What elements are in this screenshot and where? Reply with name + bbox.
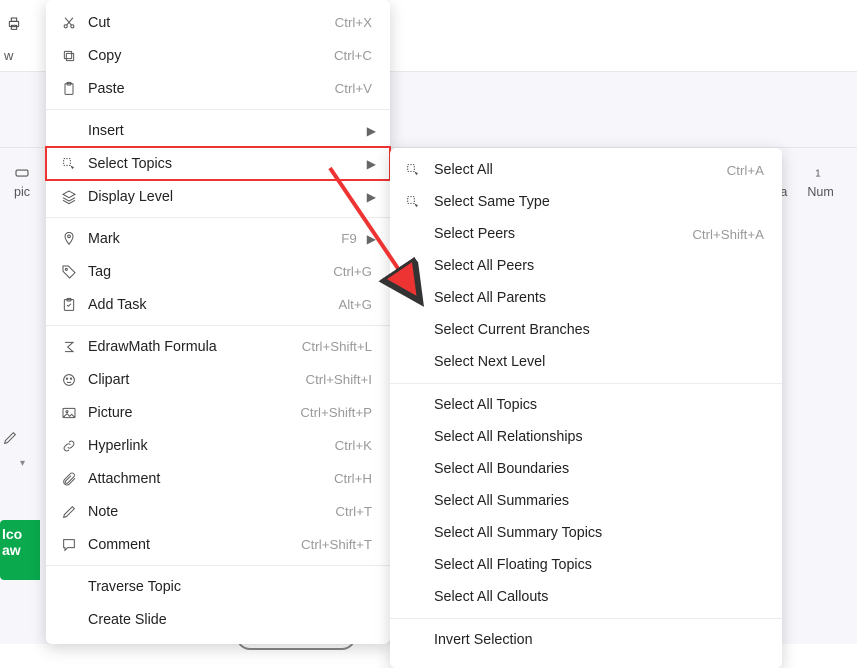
mark-pin-icon: [60, 230, 78, 248]
sub-same-type[interactable]: Select Same Type: [390, 186, 782, 218]
sub-all-topics[interactable]: Select All Topics: [390, 389, 782, 421]
menu-create-slide[interactable]: Create Slide: [46, 603, 390, 636]
sub-all-peers[interactable]: Select All Peers: [390, 250, 782, 282]
sub-invert[interactable]: Invert Selection: [390, 624, 782, 656]
clipart-icon: [60, 371, 78, 389]
menu-note[interactable]: Note Ctrl+T: [46, 495, 390, 528]
sub-all-summaries[interactable]: Select All Summaries: [390, 485, 782, 517]
menu-mark[interactable]: Mark F9 ▶: [46, 222, 390, 255]
menu-traverse-topic[interactable]: Traverse Topic: [46, 570, 390, 603]
sigma-icon: [60, 338, 78, 356]
chevron-right-icon: ▶: [367, 124, 376, 138]
link-icon: [60, 437, 78, 455]
select-topics-submenu: Select All Ctrl+A Select Same Type Selec…: [390, 148, 782, 668]
menu-insert[interactable]: Insert ▶: [46, 114, 390, 147]
image-icon: [60, 404, 78, 422]
menu-tag[interactable]: Tag Ctrl+G: [46, 255, 390, 288]
menu-paste[interactable]: Paste Ctrl+V: [46, 72, 390, 105]
chevron-right-icon: ▶: [367, 157, 376, 171]
sub-all-callouts[interactable]: Select All Callouts: [390, 581, 782, 613]
num-icon: 1: [811, 163, 831, 183]
menu-attachment[interactable]: Attachment Ctrl+H: [46, 462, 390, 495]
paste-icon: [60, 80, 78, 98]
menu-clipart[interactable]: Clipart Ctrl+Shift+I: [46, 363, 390, 396]
menu-picture[interactable]: Picture Ctrl+Shift+P: [46, 396, 390, 429]
comment-icon: [60, 536, 78, 554]
svg-text:1: 1: [815, 168, 821, 179]
print-icon[interactable]: [6, 16, 22, 32]
copy-icon: [60, 47, 78, 65]
menu-comment[interactable]: Comment Ctrl+Shift+T: [46, 528, 390, 561]
sub-all-boundaries[interactable]: Select All Boundaries: [390, 453, 782, 485]
menu-copy[interactable]: Copy Ctrl+C: [46, 39, 390, 72]
layers-icon: [60, 188, 78, 206]
canvas-welcome-fragment: lco aw: [0, 520, 40, 580]
menu-hyperlink[interactable]: Hyperlink Ctrl+K: [46, 429, 390, 462]
chevron-down-icon[interactable]: ▾: [20, 458, 40, 469]
sub-all-parents[interactable]: Select All Parents: [390, 282, 782, 314]
tag-icon: [60, 263, 78, 281]
select-same-icon: [404, 193, 422, 211]
menu-select-topics[interactable]: Select Topics ▶: [46, 147, 390, 180]
sub-select-all[interactable]: Select All Ctrl+A: [390, 154, 782, 186]
sub-all-summary-topics[interactable]: Select All Summary Topics: [390, 517, 782, 549]
pencil-icon[interactable]: [2, 430, 22, 450]
context-menu: Cut Ctrl+X Copy Ctrl+C Paste Ctrl+V Inse…: [46, 0, 390, 644]
select-all-icon: [404, 161, 422, 179]
toolbar-topic-fragment[interactable]: pic: [4, 159, 40, 203]
chevron-right-icon: ▶: [367, 190, 376, 204]
sub-cur-branches[interactable]: Select Current Branches: [390, 314, 782, 346]
left-mini-toolbar: ▾: [2, 430, 40, 469]
menu-cut[interactable]: Cut Ctrl+X: [46, 6, 390, 39]
sub-all-relationships[interactable]: Select All Relationships: [390, 421, 782, 453]
below-fragment: w: [4, 48, 13, 63]
toolbar-num[interactable]: 1 Num: [799, 159, 841, 203]
menu-display-level[interactable]: Display Level ▶: [46, 180, 390, 213]
select-icon: [60, 155, 78, 173]
sub-next-level[interactable]: Select Next Level: [390, 346, 782, 378]
menu-add-task[interactable]: Add Task Alt+G: [46, 288, 390, 321]
sub-peers[interactable]: Select Peers Ctrl+Shift+A: [390, 218, 782, 250]
menu-formula[interactable]: EdrawMath Formula Ctrl+Shift+L: [46, 330, 390, 363]
pencil-icon: [60, 503, 78, 521]
task-icon: [60, 296, 78, 314]
chevron-right-icon: ▶: [367, 232, 376, 246]
sub-all-floating[interactable]: Select All Floating Topics: [390, 549, 782, 581]
cut-icon: [60, 14, 78, 32]
paperclip-icon: [60, 470, 78, 488]
